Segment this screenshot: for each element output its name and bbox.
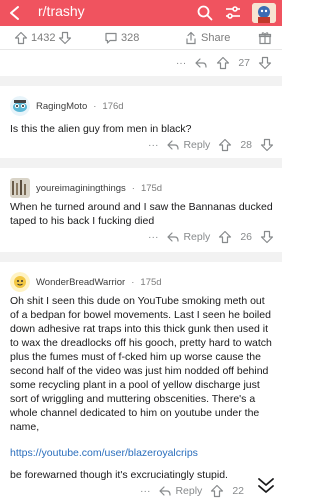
vote-group: 1432 (14, 31, 72, 45)
reply-arrow-icon[interactable] (194, 56, 208, 70)
post-vote-row: ··· 27 (0, 52, 282, 76)
comment-age: 175d (140, 182, 163, 194)
subreddit-title[interactable]: r/trashy (38, 3, 85, 19)
sliders-icon[interactable] (224, 4, 242, 22)
upvote-arrow-icon[interactable] (14, 31, 28, 45)
double-chevron-down-icon[interactable] (254, 475, 278, 497)
upvote-arrow-icon[interactable] (216, 56, 230, 70)
reply-arrow-icon (159, 486, 172, 496)
comment-age: 176d (102, 100, 124, 112)
user-avatar[interactable] (252, 3, 276, 23)
reply-label: Reply (175, 485, 203, 497)
more-options-button[interactable]: ··· (148, 139, 159, 151)
comment-actions: ··· Reply 28 (148, 138, 274, 152)
comment: youreimaginingthings · 175d When he turn… (0, 168, 282, 252)
comment-bubble-icon (105, 32, 117, 44)
comment-actions: ··· Reply 26 (148, 230, 274, 244)
comment-username[interactable]: RagingMoto (36, 101, 87, 112)
separator-dot: · (131, 182, 135, 194)
avatar[interactable] (10, 272, 30, 292)
comment-age: 175d (140, 276, 162, 288)
reply-arrow-icon (167, 140, 180, 150)
separator (0, 252, 282, 262)
comment-body: When he turned around and I saw the Bann… (10, 201, 273, 227)
comment: RagingMoto · 176d Is this the alien guy … (0, 86, 282, 158)
back-arrow-icon[interactable] (6, 4, 24, 22)
avatar[interactable] (10, 96, 30, 116)
award-icon (258, 32, 272, 45)
comment-header: RagingMoto · 176d (10, 96, 124, 116)
separator-dot: · (131, 276, 135, 288)
comment-username[interactable]: youreimaginingthings (36, 183, 126, 194)
comment-body-continued: be forewarned though it's excruciatingly… (10, 469, 228, 481)
comment-username[interactable]: WonderBreadWarrior (36, 277, 125, 288)
avatar-image (252, 3, 276, 23)
reply-button[interactable]: Reply (166, 138, 210, 152)
top-icons (196, 3, 276, 23)
comment-header: youreimaginingthings · 175d (10, 178, 162, 198)
reply-label: Reply (183, 139, 211, 151)
post-actions: ··· 27 (176, 56, 272, 70)
search-icon[interactable] (196, 4, 214, 22)
youtube-link[interactable]: https://youtube.com/user/blazeroyalcrips (10, 446, 275, 460)
comment-body: Is this the alien guy from men in black? (10, 123, 192, 135)
avatar-image (10, 272, 30, 292)
share-label: Share (201, 32, 231, 44)
downvote-arrow-icon[interactable] (258, 56, 272, 70)
share-icon (186, 31, 196, 45)
reply-button[interactable]: Reply (166, 230, 210, 244)
more-options-button[interactable]: ··· (176, 57, 187, 69)
comment-body: Oh shit I seen this dude on YouTube smok… (10, 295, 272, 433)
comment-actions: ··· Reply 22 (140, 484, 244, 498)
post-vote-count: 27 (238, 57, 250, 69)
reply-button[interactable]: Reply (158, 484, 202, 498)
separator (0, 158, 282, 168)
more-options-button[interactable]: ··· (140, 485, 151, 497)
avatar[interactable] (10, 178, 30, 198)
upvote-arrow-icon[interactable] (218, 230, 232, 244)
upvote-count: 1432 (31, 32, 56, 44)
separator-dot: · (93, 100, 97, 112)
top-navigation-bar: r/trashy (0, 0, 282, 26)
upvote-arrow-icon[interactable] (210, 484, 224, 498)
comments-group[interactable]: 328 (104, 31, 139, 45)
share-button[interactable]: Share (184, 31, 230, 45)
comment-vote-count: 22 (232, 485, 244, 497)
upvote-arrow-icon[interactable] (218, 138, 232, 152)
comment-count: 328 (121, 32, 140, 44)
avatar-image (10, 96, 30, 116)
downvote-arrow-icon[interactable] (260, 230, 274, 244)
avatar-image (10, 178, 30, 198)
comment-vote-count: 28 (240, 139, 252, 151)
downvote-arrow-icon[interactable] (260, 138, 274, 152)
reply-label: Reply (183, 231, 211, 243)
downvote-arrow-icon[interactable] (58, 31, 72, 45)
comment-header: WonderBreadWarrior · 175d (10, 272, 162, 292)
award-button[interactable] (258, 31, 272, 45)
reply-arrow-icon (167, 232, 180, 242)
comment: WonderBreadWarrior · 175d Oh shit I seen… (0, 262, 282, 500)
more-options-button[interactable]: ··· (148, 231, 159, 243)
separator (0, 76, 282, 86)
comment-vote-count: 26 (240, 231, 252, 243)
post-action-bar: 1432 328 Share (0, 26, 282, 50)
